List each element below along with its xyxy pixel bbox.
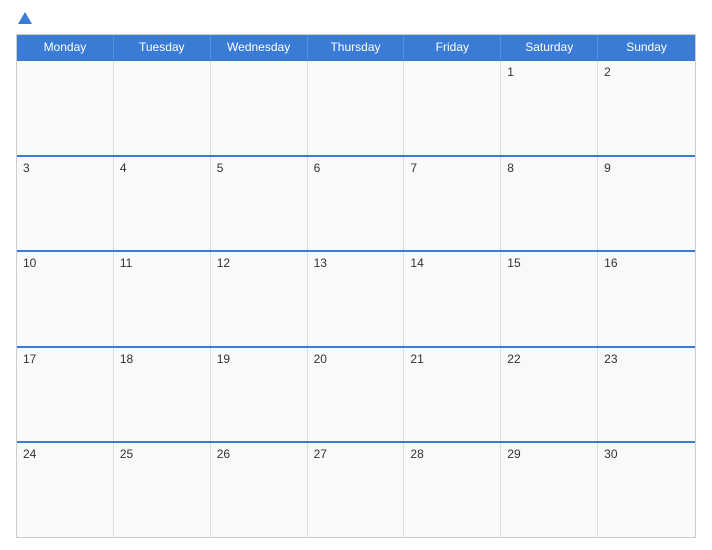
day-number: 16 xyxy=(604,256,617,270)
calendar-cell: 4 xyxy=(114,157,211,251)
day-number: 11 xyxy=(120,256,132,270)
day-number: 12 xyxy=(217,256,230,270)
day-number: 24 xyxy=(23,447,36,461)
day-number: 22 xyxy=(507,352,520,366)
calendar-cell: 3 xyxy=(17,157,114,251)
calendar-grid: MondayTuesdayWednesdayThursdayFridaySatu… xyxy=(16,34,696,538)
day-number: 28 xyxy=(410,447,423,461)
day-number: 7 xyxy=(410,161,417,175)
calendar-cell xyxy=(308,61,405,155)
calendar-cell: 18 xyxy=(114,348,211,442)
calendar-page: MondayTuesdayWednesdayThursdayFridaySatu… xyxy=(0,0,712,550)
day-number: 21 xyxy=(410,352,423,366)
calendar-row: 12 xyxy=(17,59,695,155)
day-number: 29 xyxy=(507,447,520,461)
calendar-cell: 21 xyxy=(404,348,501,442)
logo-triangle-icon xyxy=(18,12,32,24)
calendar-cell: 25 xyxy=(114,443,211,537)
calendar-cell: 1 xyxy=(501,61,598,155)
calendar-cell xyxy=(17,61,114,155)
calendar-row: 17 18 19 20 21 22 23 xyxy=(17,346,695,442)
calendar-cell: 13 xyxy=(308,252,405,346)
day-number: 26 xyxy=(217,447,230,461)
day-number: 6 xyxy=(314,161,321,175)
day-number: 5 xyxy=(217,161,224,175)
calendar-row: 10 11 12 13 14 15 16 xyxy=(17,250,695,346)
day-number: 27 xyxy=(314,447,327,461)
calendar-cell: 7 xyxy=(404,157,501,251)
calendar-header: MondayTuesdayWednesdayThursdayFridaySatu… xyxy=(17,35,695,59)
calendar-cell: 10 xyxy=(17,252,114,346)
day-number: 18 xyxy=(120,352,133,366)
day-number: 9 xyxy=(604,161,611,175)
calendar-cell: 6 xyxy=(308,157,405,251)
calendar-header-cell: Wednesday xyxy=(211,35,308,59)
calendar-cell: 11 xyxy=(114,252,211,346)
calendar-row: 3 4 5 6 7 8 9 xyxy=(17,155,695,251)
logo xyxy=(16,12,32,26)
day-number: 10 xyxy=(23,256,36,270)
day-number: 14 xyxy=(410,256,423,270)
day-number: 17 xyxy=(23,352,36,366)
calendar-cell: 29 xyxy=(501,443,598,537)
calendar-cell: 16 xyxy=(598,252,695,346)
day-number: 4 xyxy=(120,161,127,175)
calendar-cell: 17 xyxy=(17,348,114,442)
calendar-cell: 12 xyxy=(211,252,308,346)
calendar-cell: 27 xyxy=(308,443,405,537)
day-number: 3 xyxy=(23,161,30,175)
calendar-header-cell: Friday xyxy=(404,35,501,59)
day-number: 15 xyxy=(507,256,520,270)
day-number: 25 xyxy=(120,447,133,461)
calendar-row: 24 25 26 27 28 29 30 xyxy=(17,441,695,537)
calendar-cell: 15 xyxy=(501,252,598,346)
calendar-header-cell: Tuesday xyxy=(114,35,211,59)
day-number: 23 xyxy=(604,352,617,366)
calendar-cell xyxy=(404,61,501,155)
calendar-cell: 2 xyxy=(598,61,695,155)
calendar-cell: 19 xyxy=(211,348,308,442)
calendar-cell: 5 xyxy=(211,157,308,251)
calendar-cell: 24 xyxy=(17,443,114,537)
page-header xyxy=(16,12,696,26)
day-number: 19 xyxy=(217,352,230,366)
calendar-header-cell: Sunday xyxy=(598,35,695,59)
day-number: 2 xyxy=(604,65,611,79)
day-number: 8 xyxy=(507,161,514,175)
day-number: 30 xyxy=(604,447,617,461)
calendar-header-cell: Monday xyxy=(17,35,114,59)
calendar-cell xyxy=(114,61,211,155)
calendar-cell: 20 xyxy=(308,348,405,442)
day-number: 13 xyxy=(314,256,327,270)
calendar-cell: 26 xyxy=(211,443,308,537)
calendar-header-cell: Saturday xyxy=(501,35,598,59)
calendar-cell: 30 xyxy=(598,443,695,537)
calendar-cell: 9 xyxy=(598,157,695,251)
day-number: 20 xyxy=(314,352,327,366)
calendar-cell: 22 xyxy=(501,348,598,442)
calendar-cell xyxy=(211,61,308,155)
calendar-cell: 8 xyxy=(501,157,598,251)
calendar-cell: 14 xyxy=(404,252,501,346)
calendar-body: 1234567891011121314151617181920212223242… xyxy=(17,59,695,537)
calendar-cell: 23 xyxy=(598,348,695,442)
calendar-cell: 28 xyxy=(404,443,501,537)
day-number: 1 xyxy=(507,65,514,79)
calendar-header-cell: Thursday xyxy=(308,35,405,59)
